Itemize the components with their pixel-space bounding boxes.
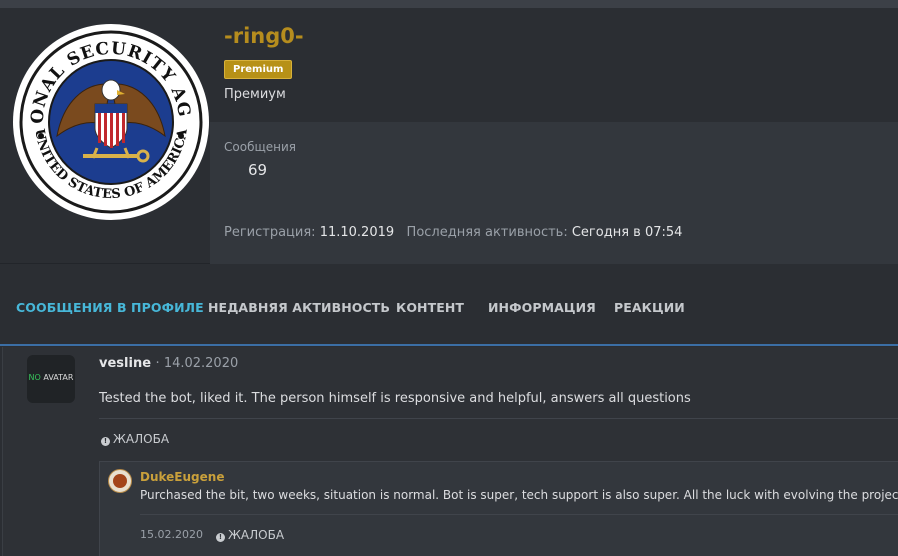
profile-info-stats <box>210 122 898 264</box>
post-date[interactable]: 14.02.2020 <box>164 356 238 371</box>
tab-recent-activity[interactable]: НЕДАВНЯЯ АКТИВНОСТЬ <box>208 300 390 315</box>
profile-avatar[interactable]: NATIONAL SECURITY AGENCY UNITED STATES O… <box>13 24 209 220</box>
comment-report-link[interactable]: ! ЖАЛОБА <box>216 528 284 542</box>
tab-profile-posts[interactable]: СООБЩЕНИЯ В ПРОФИЛЕ <box>16 300 204 315</box>
premium-badge: Premium <box>224 60 293 79</box>
tab-reactions[interactable]: РЕАКЦИИ <box>614 300 685 315</box>
alert-icon: ! <box>216 533 225 542</box>
profile-post: NO AVATAR vesline · 14.02.2020 Tested th… <box>2 347 898 556</box>
registration-label: Регистрация: <box>224 225 316 240</box>
profile-username[interactable]: -ring0- <box>224 24 304 48</box>
profile-info-top <box>210 18 898 122</box>
profile-posts-area: NO AVATAR vesline · 14.02.2020 Tested th… <box>0 347 898 556</box>
post-author-avatar[interactable]: NO AVATAR <box>27 355 75 403</box>
post-author-line: vesline · 14.02.2020 <box>99 356 239 371</box>
post-report-link[interactable]: ! ЖАЛОБА <box>101 432 169 446</box>
no-avatar-text: NO AVATAR <box>28 373 74 382</box>
messages-count[interactable]: 69 <box>248 161 267 179</box>
comment-divider <box>140 514 898 515</box>
post-text: Tested the bot, liked it. The person him… <box>99 391 691 406</box>
comment-date[interactable]: 15.02.2020 <box>140 528 203 541</box>
comment-author[interactable]: DukeEugene <box>140 470 224 484</box>
tab-information[interactable]: ИНФОРМАЦИЯ <box>488 300 596 315</box>
user-title: Премиум <box>224 87 286 102</box>
tab-content[interactable]: КОНТЕНТ <box>396 300 464 315</box>
nsa-seal-icon: NATIONAL SECURITY AGENCY UNITED STATES O… <box>13 24 207 218</box>
last-activity-value: Сегодня в 07:54 <box>571 225 683 240</box>
top-bar <box>0 0 898 8</box>
post-comment: DukeEugene Purchased the bit, two weeks,… <box>99 461 898 556</box>
last-activity-label: Последняя активность: <box>406 225 568 240</box>
messages-label: Сообщения <box>224 140 297 154</box>
comment-text: Purchased the bit, two weeks, situation … <box>140 488 898 502</box>
registration-line: Регистрация: 11.10.2019 Последняя активн… <box>224 225 682 240</box>
alert-icon: ! <box>101 437 110 446</box>
comment-author-avatar[interactable] <box>108 469 132 493</box>
post-author[interactable]: vesline <box>99 356 151 371</box>
post-divider <box>99 418 898 419</box>
registration-date: 11.10.2019 <box>319 225 395 240</box>
profile-tabs: СООБЩЕНИЯ В ПРОФИЛЕ НЕДАВНЯЯ АКТИВНОСТЬ … <box>0 264 898 346</box>
